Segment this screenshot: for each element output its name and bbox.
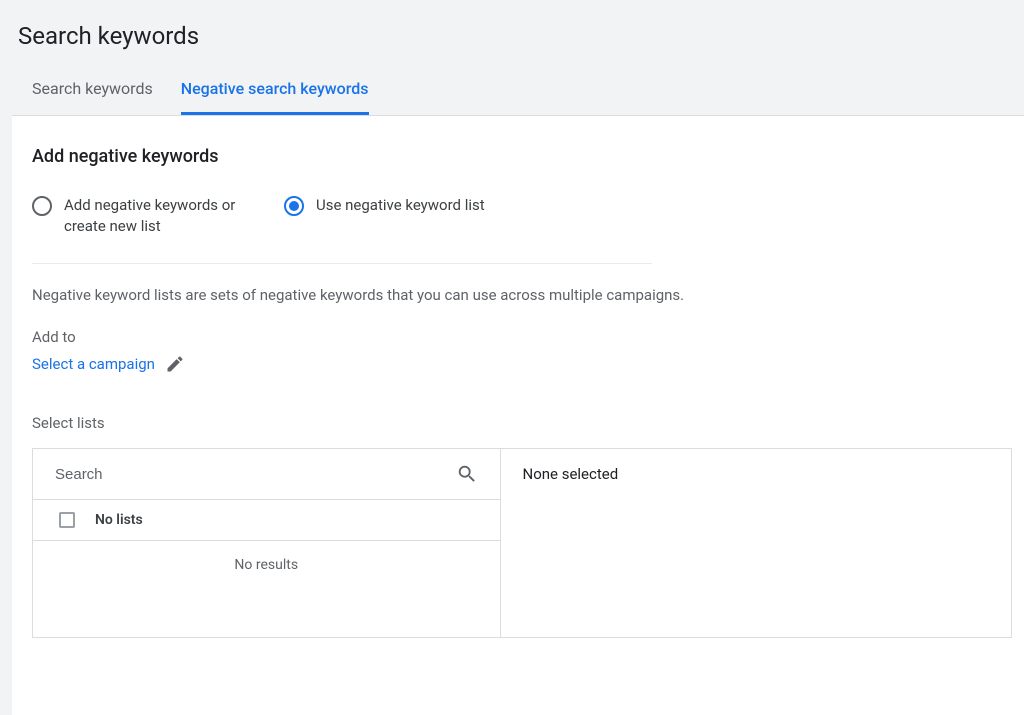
lists-selected: None selected xyxy=(501,449,1012,637)
add-to-label: Add to xyxy=(32,328,1024,346)
search-icon[interactable] xyxy=(456,463,478,485)
lists-available: No lists No results xyxy=(33,449,501,637)
select-all-checkbox[interactable] xyxy=(59,512,75,528)
radio-group: Add negative keywords or create new list… xyxy=(32,195,652,264)
tab-negative-search-keywords[interactable]: Negative search keywords xyxy=(181,68,369,115)
radio-create-new[interactable]: Add negative keywords or create new list xyxy=(32,195,262,237)
radio-use-list[interactable]: Use negative keyword list xyxy=(284,195,485,216)
lists-panel: No lists No results None selected xyxy=(32,448,1012,638)
selection-status: None selected xyxy=(523,465,619,483)
tab-search-keywords[interactable]: Search keywords xyxy=(32,68,153,115)
tabs: Search keywords Negative search keywords xyxy=(0,68,1024,115)
list-header: No lists xyxy=(33,500,500,541)
select-lists-label: Select lists xyxy=(32,414,1024,432)
select-campaign-row: Select a campaign xyxy=(32,354,1024,374)
radio-icon xyxy=(284,196,304,216)
search-row xyxy=(33,449,500,500)
radio-label: Add negative keywords or create new list xyxy=(64,195,262,237)
empty-message: No results xyxy=(33,541,500,589)
select-campaign-link[interactable]: Select a campaign xyxy=(32,355,155,373)
help-text: Negative keyword lists are sets of negat… xyxy=(32,286,1024,304)
main-panel: Add negative keywords Add negative keywo… xyxy=(12,115,1024,715)
panel-heading: Add negative keywords xyxy=(32,146,1024,167)
page-title: Search keywords xyxy=(0,0,1024,68)
column-header: No lists xyxy=(95,512,143,528)
radio-label: Use negative keyword list xyxy=(316,195,485,216)
pencil-icon[interactable] xyxy=(165,354,185,374)
radio-icon xyxy=(32,196,52,216)
search-input[interactable] xyxy=(55,466,456,483)
